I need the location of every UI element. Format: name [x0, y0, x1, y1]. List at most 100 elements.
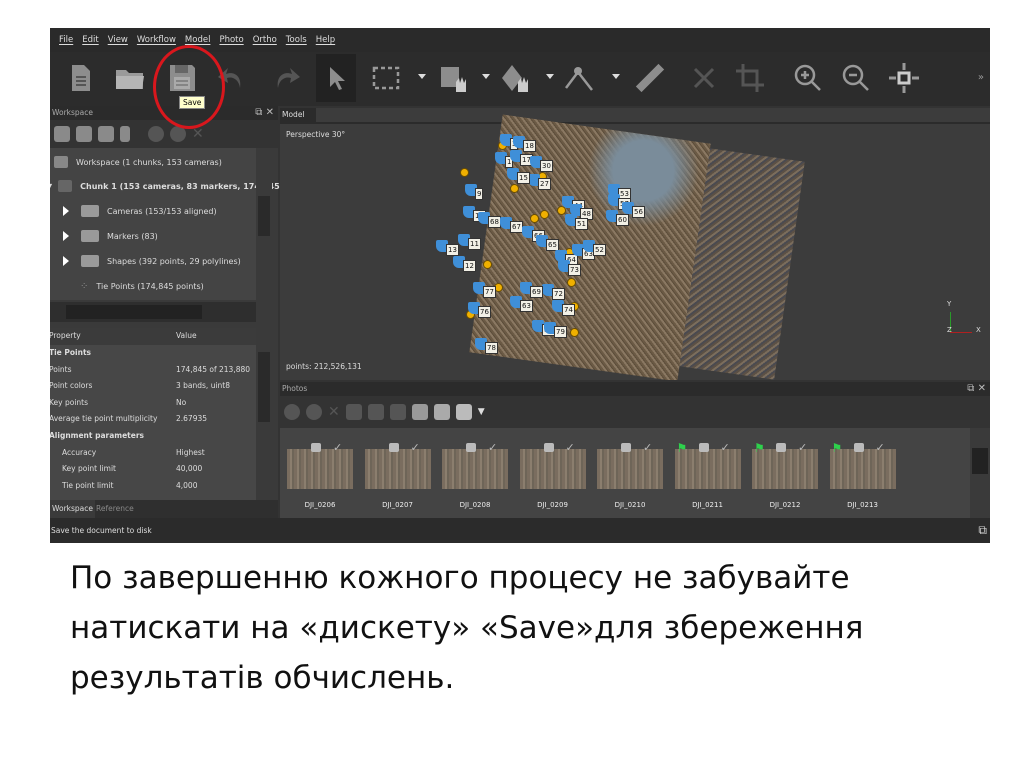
navigation-tool-button[interactable]	[316, 54, 356, 102]
tie-marker-dot[interactable]	[530, 214, 539, 223]
marker-label[interactable]: 60	[616, 214, 629, 226]
tree-item-cameras[interactable]: Cameras (153/153 aligned)	[63, 201, 217, 221]
marker-label[interactable]: 30	[540, 160, 553, 172]
enable-icon[interactable]	[148, 126, 164, 142]
marker-label[interactable]: 18	[523, 140, 536, 152]
photo-thumbnail[interactable]: ✓ DJI_0208	[442, 441, 508, 509]
menu-photo[interactable]: Photo	[219, 35, 243, 45]
rotate-dropdown-icon[interactable]	[546, 74, 554, 79]
expand-icon[interactable]	[63, 231, 69, 241]
marker-label[interactable]: 15	[517, 172, 530, 184]
zoom-in-button[interactable]	[790, 60, 826, 96]
thumbnail-grid-icon[interactable]	[455, 404, 472, 420]
move-object-button[interactable]	[436, 60, 472, 96]
marker-label[interactable]: 73	[568, 264, 581, 276]
zoom-out-button[interactable]	[838, 60, 874, 96]
marker-label[interactable]: 12	[463, 260, 476, 272]
marker-label[interactable]: 74	[562, 304, 575, 316]
model-view[interactable]: Model Perspective 30° 311817302715946444…	[280, 108, 990, 380]
rotate-object-button[interactable]	[498, 60, 534, 96]
disable-camera-icon[interactable]	[306, 404, 322, 420]
photo-thumbnail[interactable]: ✓ ⚑ DJI_0212	[752, 441, 818, 509]
photo-thumbnail[interactable]: ✓ DJI_0206	[287, 441, 353, 509]
add-marker-icon[interactable]	[98, 126, 114, 142]
expand-icon[interactable]: ▼	[50, 182, 52, 191]
tree-item-markers[interactable]: Markers (83)	[63, 226, 158, 246]
move-dropdown-icon[interactable]	[482, 74, 490, 79]
tie-marker-dot[interactable]	[570, 328, 579, 337]
redo-button[interactable]	[268, 60, 304, 96]
menu-help[interactable]: Help	[316, 35, 335, 45]
property-row[interactable]: Key point limit 40,000	[50, 461, 256, 478]
remove-camera-icon[interactable]: ✕	[328, 404, 340, 420]
pane-float-close-icon[interactable]: ⧉ ✕	[255, 106, 274, 120]
photo-thumbnail[interactable]: ✓ ⚑ DJI_0213	[829, 441, 896, 509]
pane-float-close-icon[interactable]: ⧉ ✕	[967, 382, 986, 396]
tree-item-tie-points[interactable]: ⁘ Tie Points (174,845 points)	[80, 276, 204, 296]
menu-ortho[interactable]: Ortho	[253, 35, 277, 45]
marker-label[interactable]: 77	[483, 286, 496, 298]
property-row[interactable]: Alignment parameters	[50, 428, 256, 445]
draw-dropdown-icon[interactable]	[612, 74, 620, 79]
open-button[interactable]	[112, 60, 148, 96]
marker-label[interactable]: 11	[468, 238, 481, 250]
new-document-button[interactable]	[62, 60, 98, 96]
view-mode-icon[interactable]	[433, 404, 450, 420]
marker-label[interactable]: 27	[538, 178, 551, 190]
property-row[interactable]: Tie point limit 4,000	[50, 478, 256, 495]
property-row[interactable]: Key points No	[50, 395, 256, 412]
property-row[interactable]: Points 174,845 of 213,880	[50, 362, 256, 379]
photo-thumbnail[interactable]: ✓ ⚑ DJI_0211	[674, 441, 741, 509]
mask-icon[interactable]	[411, 404, 428, 420]
tree-scrollbar[interactable]	[256, 148, 272, 300]
enable-camera-icon[interactable]	[284, 404, 300, 420]
expand-icon[interactable]	[63, 256, 69, 266]
import-icon[interactable]	[120, 126, 130, 142]
rotate-right-icon[interactable]	[367, 404, 384, 420]
marker-label[interactable]: 52	[593, 244, 606, 256]
property-row[interactable]: Point colors 3 bands, uint8	[50, 378, 256, 395]
selection-dropdown-icon[interactable]	[418, 74, 426, 79]
marker-label[interactable]: 69	[530, 286, 543, 298]
menu-tools[interactable]: Tools	[286, 35, 307, 45]
property-row[interactable]: Accuracy Highest	[50, 445, 256, 462]
property-row[interactable]: Average tie point multiplicity 2.67935	[50, 411, 256, 428]
crop-button[interactable]	[732, 60, 768, 96]
photo-thumbnail[interactable]: ✓ DJI_0209	[519, 441, 586, 509]
menu-workflow[interactable]: Workflow	[137, 35, 176, 45]
marker-label[interactable]: 72	[552, 288, 565, 300]
marker-label[interactable]: 79	[554, 326, 567, 338]
tab-workspace[interactable]: Workspace	[50, 500, 95, 518]
draw-polyline-button[interactable]	[562, 60, 598, 96]
menu-model[interactable]: Model	[185, 35, 211, 45]
rectangle-selection-button[interactable]	[368, 60, 404, 96]
rotate-left-icon[interactable]	[345, 404, 362, 420]
menu-file[interactable]: File	[59, 35, 73, 45]
marker-label[interactable]: 9	[475, 188, 484, 200]
menu-view[interactable]: View	[108, 35, 128, 45]
tree-item-chunk[interactable]: ▼Chunk 1 (153 cameras, 83 markers, 174,8…	[50, 176, 280, 196]
delete-button[interactable]	[686, 60, 722, 96]
tie-marker-dot[interactable]	[460, 168, 469, 177]
photo-thumbnail[interactable]: ✓ DJI_0207	[364, 441, 431, 509]
marker-label[interactable]: 13	[446, 244, 459, 256]
photos-scrollbar[interactable]	[970, 428, 990, 518]
tree-horizontal-scrollbar[interactable]	[50, 302, 256, 322]
tie-marker-dot[interactable]	[483, 260, 492, 269]
model-tab[interactable]: Model	[280, 108, 316, 122]
marker-label[interactable]: 51	[575, 218, 588, 230]
photo-thumbnail[interactable]: ✓ DJI_0210	[597, 441, 663, 509]
ruler-button[interactable]	[632, 60, 668, 96]
tree-item-workspace[interactable]: Workspace (1 chunks, 153 cameras)	[54, 152, 222, 172]
tab-reference[interactable]: Reference	[96, 500, 134, 518]
property-row[interactable]: Tie Points	[50, 345, 256, 362]
menu-edit[interactable]: Edit	[82, 35, 98, 45]
tie-marker-dot[interactable]	[567, 278, 576, 287]
properties-scrollbar[interactable]	[256, 328, 272, 500]
expand-icon[interactable]	[63, 206, 69, 216]
tie-marker-dot[interactable]	[510, 184, 519, 193]
tree-item-shapes[interactable]: Shapes (392 points, 29 polylines)	[63, 251, 241, 271]
reset-view-button[interactable]	[886, 60, 922, 96]
add-chunk-icon[interactable]	[54, 126, 70, 142]
marker-label[interactable]: 78	[485, 342, 498, 354]
